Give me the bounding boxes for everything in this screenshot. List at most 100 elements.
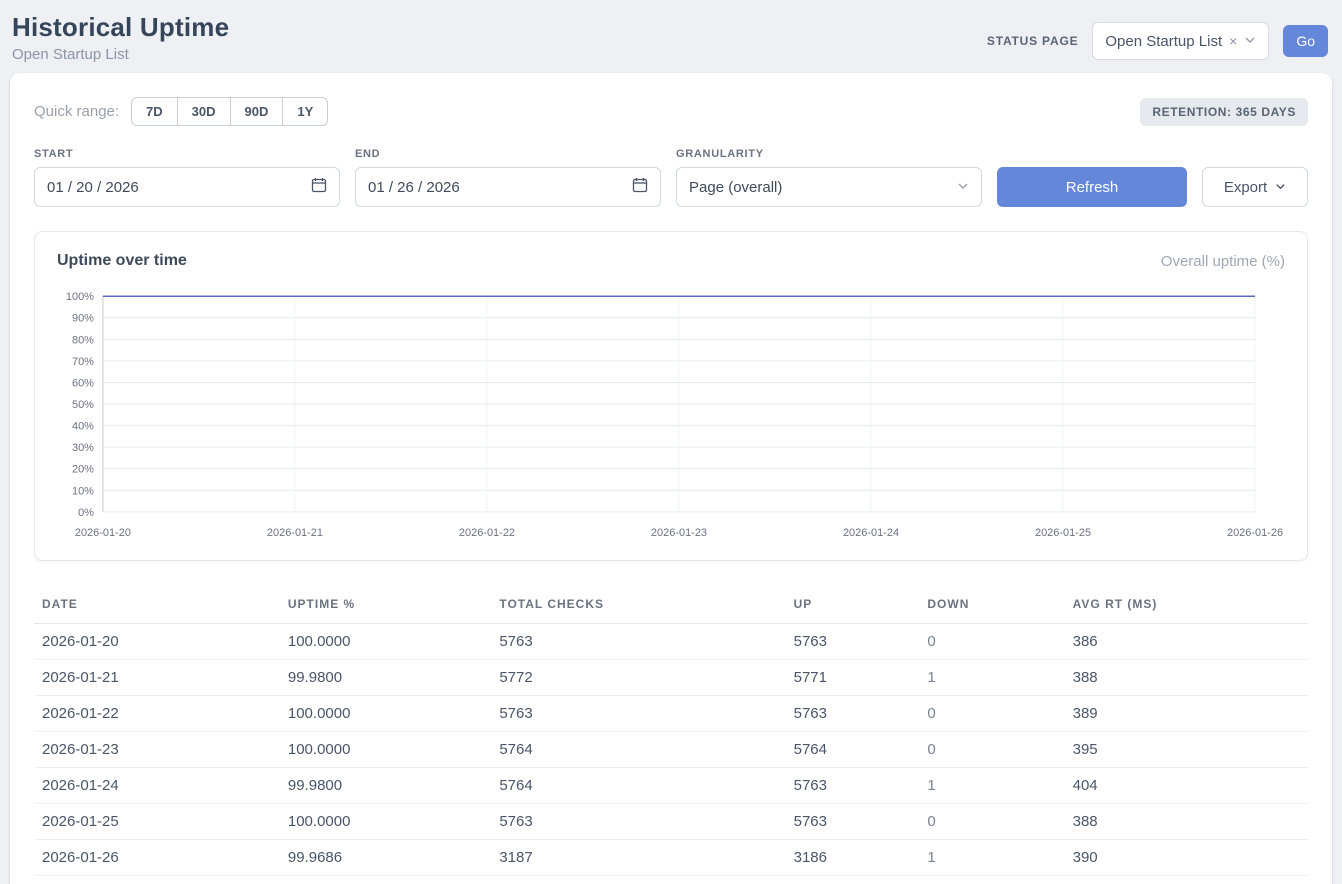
svg-text:70%: 70% xyxy=(72,356,94,368)
svg-text:2026-01-26: 2026-01-26 xyxy=(1227,527,1283,539)
end-date-input[interactable]: 01 / 26 / 2026 xyxy=(355,167,661,207)
quick-range-1y-button[interactable]: 1Y xyxy=(282,97,328,126)
svg-text:100%: 100% xyxy=(66,291,94,303)
start-field: START 01 / 20 / 2026 xyxy=(34,148,340,207)
table-row: 2026-01-2499.9800576457631404 xyxy=(34,768,1308,804)
svg-text:60%: 60% xyxy=(72,377,94,389)
column-header: TOTAL CHECKS xyxy=(491,587,785,624)
granularity-field: GRANULARITY Page (overall) xyxy=(676,148,982,207)
table-cell: 99.9800 xyxy=(280,660,491,696)
clear-icon[interactable]: × xyxy=(1229,34,1237,48)
granularity-label: GRANULARITY xyxy=(676,148,982,160)
start-label: START xyxy=(34,148,340,160)
chart-header: Uptime over time Overall uptime (%) xyxy=(57,252,1285,270)
table-cell: 5763 xyxy=(786,804,920,840)
table-cell: 1 xyxy=(919,660,1064,696)
table-row: 2026-01-23100.0000576457640395 xyxy=(34,732,1308,768)
start-date-value: 01 / 20 / 2026 xyxy=(47,179,139,196)
export-button-label: Export xyxy=(1224,179,1267,196)
table-row: 2026-01-25100.0000576357630388 xyxy=(34,804,1308,840)
table-cell: 99.9800 xyxy=(280,768,491,804)
table-cell: 5763 xyxy=(491,804,785,840)
table-cell: 5763 xyxy=(491,696,785,732)
table-row: 2026-01-20100.0000576357630386 xyxy=(34,624,1308,660)
topbar: Historical Uptime Open Startup List STAT… xyxy=(0,0,1342,69)
quick-range-7d-button[interactable]: 7D xyxy=(131,97,178,126)
table-cell: 5763 xyxy=(786,624,920,660)
chevron-down-icon xyxy=(1244,33,1256,50)
table-cell: 0 xyxy=(919,624,1064,660)
granularity-selected-value: Page (overall) xyxy=(689,179,782,196)
table-cell: 2026-01-21 xyxy=(34,660,280,696)
page-title: Historical Uptime xyxy=(12,12,229,43)
chevron-down-icon xyxy=(957,179,969,196)
svg-text:2026-01-20: 2026-01-20 xyxy=(75,527,131,539)
go-button[interactable]: Go xyxy=(1283,25,1328,57)
table-cell: 5764 xyxy=(786,732,920,768)
table-cell: 5764 xyxy=(491,768,785,804)
start-date-input[interactable]: 01 / 20 / 2026 xyxy=(34,167,340,207)
svg-text:10%: 10% xyxy=(72,485,94,497)
chart-legend: Overall uptime (%) xyxy=(1161,253,1285,270)
svg-text:2026-01-23: 2026-01-23 xyxy=(651,527,707,539)
table-cell: 99.9686 xyxy=(280,840,491,876)
status-page-label: STATUS PAGE xyxy=(987,34,1078,48)
table-cell: 100.0000 xyxy=(280,696,491,732)
column-header: DOWN xyxy=(919,587,1064,624)
topbar-right: STATUS PAGE Open Startup List × Go xyxy=(987,22,1328,60)
table-cell: 388 xyxy=(1065,660,1308,696)
table-cell: 2026-01-25 xyxy=(34,804,280,840)
column-header: DATE xyxy=(34,587,280,624)
uptime-chart: 0%10%20%30%40%50%60%70%80%90%100%2026-01… xyxy=(57,284,1285,546)
table-cell: 2026-01-24 xyxy=(34,768,280,804)
end-field: END 01 / 26 / 2026 xyxy=(355,148,661,207)
svg-text:80%: 80% xyxy=(72,334,94,346)
granularity-select[interactable]: Page (overall) xyxy=(676,167,982,207)
export-button[interactable]: Export xyxy=(1202,167,1308,207)
quick-range-label: Quick range: xyxy=(34,103,119,120)
refresh-button[interactable]: Refresh xyxy=(997,167,1187,207)
table-cell: 5771 xyxy=(786,660,920,696)
table-cell: 389 xyxy=(1065,696,1308,732)
table-row: 2026-01-2699.9686318731861390 xyxy=(34,840,1308,876)
svg-text:50%: 50% xyxy=(72,399,94,411)
table-cell: 3187 xyxy=(491,840,785,876)
status-page-select[interactable]: Open Startup List × xyxy=(1092,22,1269,60)
table-cell: 388 xyxy=(1065,804,1308,840)
chevron-down-icon xyxy=(1275,179,1286,196)
table-cell: 1 xyxy=(919,768,1064,804)
svg-text:2026-01-24: 2026-01-24 xyxy=(843,527,899,539)
table-cell: 404 xyxy=(1065,768,1308,804)
calendar-icon xyxy=(632,177,648,197)
table-cell: 2026-01-26 xyxy=(34,840,280,876)
page: Historical Uptime Open Startup List STAT… xyxy=(0,0,1342,884)
column-header: AVG RT (MS) xyxy=(1065,587,1308,624)
svg-text:0%: 0% xyxy=(78,507,94,519)
table-cell: 5763 xyxy=(491,624,785,660)
table-cell: 100.0000 xyxy=(280,732,491,768)
retention-badge: RETENTION: 365 DAYS xyxy=(1140,98,1308,126)
table-row: 2026-01-22100.0000576357630389 xyxy=(34,696,1308,732)
table-cell: 5763 xyxy=(786,768,920,804)
quick-range-90d-button[interactable]: 90D xyxy=(230,97,284,126)
table-row: 2026-01-2199.9800577257711388 xyxy=(34,660,1308,696)
table-cell: 2026-01-20 xyxy=(34,624,280,660)
uptime-table-body: 2026-01-20100.00005763576303862026-01-21… xyxy=(34,624,1308,876)
quick-range-30d-button[interactable]: 30D xyxy=(177,97,231,126)
table-cell: 100.0000 xyxy=(280,804,491,840)
table-cell: 386 xyxy=(1065,624,1308,660)
svg-text:30%: 30% xyxy=(72,442,94,454)
table-cell: 5772 xyxy=(491,660,785,696)
uptime-table: DATEUPTIME %TOTAL CHECKSUPDOWNAVG RT (MS… xyxy=(34,587,1308,876)
title-block: Historical Uptime Open Startup List xyxy=(12,12,229,63)
table-cell: 5763 xyxy=(786,696,920,732)
page-subtitle: Open Startup List xyxy=(12,46,229,63)
uptime-line-chart: 0%10%20%30%40%50%60%70%80%90%100%2026-01… xyxy=(57,284,1285,546)
svg-text:20%: 20% xyxy=(72,464,94,476)
chart-card: Uptime over time Overall uptime (%) 0% 10… xyxy=(34,231,1308,561)
end-date-value: 01 / 26 / 2026 xyxy=(368,179,460,196)
main-card: Quick range: 7D30D90D1Y RETENTION: 365 D… xyxy=(10,73,1332,884)
svg-text:2026-01-22: 2026-01-22 xyxy=(459,527,515,539)
calendar-icon xyxy=(311,177,327,197)
table-cell: 2026-01-22 xyxy=(34,696,280,732)
